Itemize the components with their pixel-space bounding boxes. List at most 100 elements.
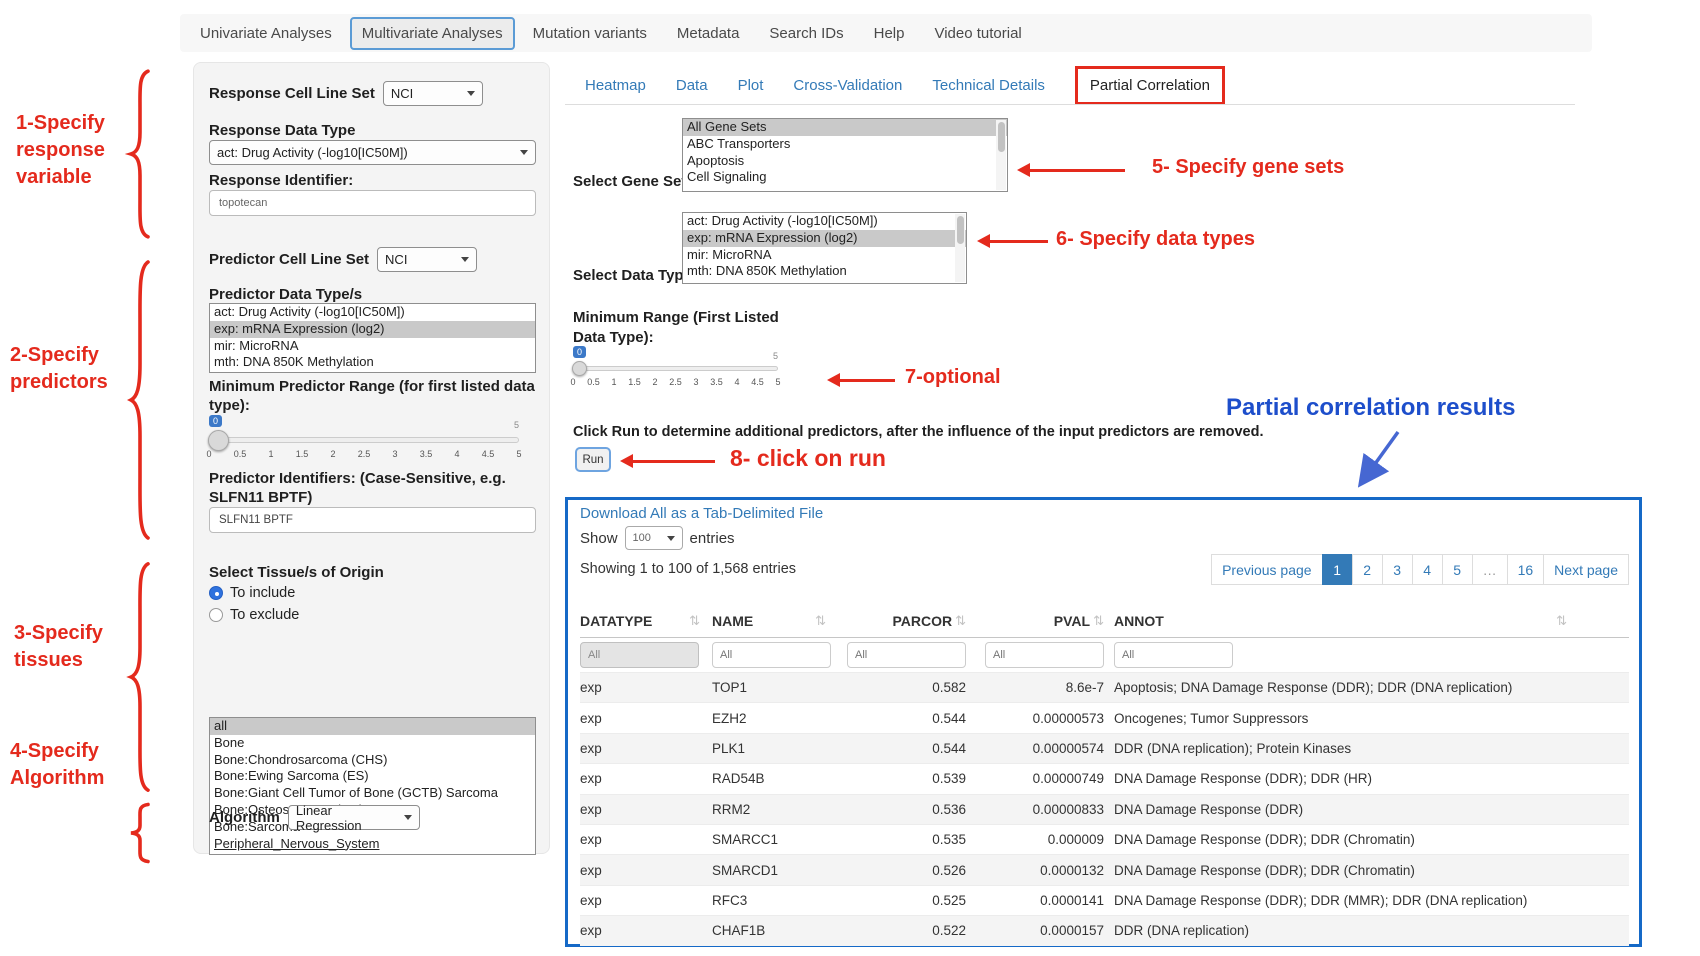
tab-technical-details[interactable]: Technical Details: [932, 77, 1045, 94]
predictor-cell-line-select[interactable]: NCI: [377, 247, 477, 272]
filter-name-input[interactable]: [712, 642, 831, 668]
table-row[interactable]: expSMARCC10.5350.000009DNA Damage Respon…: [580, 824, 1629, 854]
list-item[interactable]: Bone:Chondrosarcoma (CHS): [210, 752, 535, 769]
algorithm-select[interactable]: Linear Regression: [288, 805, 420, 830]
tissue-include-radio[interactable]: [209, 586, 223, 600]
page-button-2[interactable]: 2: [1352, 554, 1383, 585]
sort-icon[interactable]: ⇅: [689, 613, 700, 629]
min-predictor-range-slider[interactable]: 0 5 00.511.522.533.544.55: [209, 415, 519, 465]
showing-entries-text: Showing 1 to 100 of 1,568 entries: [580, 561, 796, 577]
data-types-listbox[interactable]: act: Drug Activity (-log10[IC50M]) exp: …: [682, 212, 967, 284]
nav-tab-video-tutorial[interactable]: Video tutorial: [922, 17, 1033, 50]
brace-tissues-section: [126, 554, 150, 800]
table-row[interactable]: expPLK10.5440.00000574DDR (DNA replicati…: [580, 733, 1629, 763]
filter-datatype-input[interactable]: [580, 642, 699, 668]
min-range-slider[interactable]: 0 5 00.511.522.533.544.55: [573, 346, 778, 394]
filter-annot-input[interactable]: [1114, 642, 1233, 668]
tab-heatmap[interactable]: Heatmap: [585, 77, 646, 94]
brace-predictors-section: [126, 250, 150, 550]
tissue-exclude-radio[interactable]: [209, 608, 223, 622]
page-ellipsis: …: [1472, 554, 1508, 585]
page-button-4[interactable]: 4: [1412, 554, 1443, 585]
annotation-step7: 7-optional: [905, 366, 1001, 389]
page-button-3[interactable]: 3: [1382, 554, 1413, 585]
nav-tab-multivariate-analyses[interactable]: Multivariate Analyses: [350, 17, 515, 50]
table-row[interactable]: expEZH20.5440.00000573Oncogenes; Tumor S…: [580, 702, 1629, 732]
page-button-16[interactable]: 16: [1507, 554, 1545, 585]
slider-handle[interactable]: [572, 361, 587, 376]
list-item[interactable]: Bone:Ewing Sarcoma (ES): [210, 768, 535, 785]
nav-tab-metadata[interactable]: Metadata: [665, 17, 752, 50]
slider-track[interactable]: [573, 366, 778, 371]
tab-data[interactable]: Data: [676, 77, 708, 94]
predictor-data-types-label: Predictor Data Type/s: [209, 285, 362, 304]
tissue-origin-label: Select Tissue/s of Origin: [209, 563, 384, 582]
table-row[interactable]: expTOP10.5828.6e-7Apoptosis; DNA Damage …: [580, 672, 1629, 702]
entries-select[interactable]: 100: [625, 526, 683, 550]
min-range-label: Minimum Range (First ListedData Type):: [573, 308, 779, 348]
page-button-1[interactable]: 1: [1322, 554, 1353, 585]
nav-tab-search-ids[interactable]: Search IDs: [757, 17, 855, 50]
table-row[interactable]: expCHAF1B0.5220.0000157DDR (DNA replicat…: [580, 915, 1629, 945]
tab-cross-validation[interactable]: Cross-Validation: [793, 77, 902, 94]
table-row[interactable]: expSMARCD10.5260.0000132DNA Damage Respo…: [580, 854, 1629, 884]
download-link[interactable]: Download All as a Tab-Delimited File: [580, 505, 823, 522]
filter-parcor-input[interactable]: [847, 642, 966, 668]
annotation-step1: 1-Specifyresponsevariable: [16, 110, 105, 191]
predictor-data-types-listbox[interactable]: act: Drug Activity (-log10[IC50M]) exp: …: [209, 303, 536, 373]
arrow-run: [633, 460, 715, 463]
tissue-listbox[interactable]: all Bone Bone:Chondrosarcoma (CHS) Bone:…: [209, 717, 536, 855]
list-item[interactable]: Bone:Giant Cell Tumor of Bone (GCTB) Sar…: [210, 785, 535, 802]
sort-icon[interactable]: ⇅: [1093, 613, 1104, 629]
column-header-parcor[interactable]: PARCOR⇅: [838, 613, 968, 629]
nav-tab-mutation-variants[interactable]: Mutation variants: [521, 17, 659, 50]
filter-pval-input[interactable]: [985, 642, 1104, 668]
list-item[interactable]: Apoptosis: [683, 153, 1007, 170]
previous-page-button[interactable]: Previous page: [1211, 554, 1323, 585]
list-item[interactable]: mth: DNA 850K Methylation: [210, 354, 535, 371]
column-header-annot[interactable]: ANNOT⇅: [1106, 613, 1629, 629]
list-item[interactable]: act: Drug Activity (-log10[IC50M]): [210, 304, 535, 321]
list-item[interactable]: exp: mRNA Expression (log2): [210, 321, 535, 338]
algorithm-label: Algorithm: [209, 808, 280, 827]
table-header-row: DATATYPE⇅ NAME⇅ PARCOR⇅ PVAL⇅ ANNOT⇅: [580, 604, 1629, 638]
nav-tab-univariate-analyses[interactable]: Univariate Analyses: [188, 17, 344, 50]
list-item[interactable]: mir: MicroRNA: [210, 338, 535, 355]
list-item[interactable]: Peripheral_Nervous_System: [210, 836, 535, 853]
run-button[interactable]: Run: [575, 447, 611, 472]
tab-partial-correlation[interactable]: Partial Correlation: [1075, 66, 1225, 105]
column-header-name[interactable]: NAME⇅: [712, 613, 838, 629]
nav-tab-help[interactable]: Help: [862, 17, 917, 50]
next-page-button[interactable]: Next page: [1543, 554, 1629, 585]
list-item[interactable]: All Gene Sets: [683, 119, 1007, 136]
list-item[interactable]: mir: MicroRNA: [683, 247, 966, 264]
list-item[interactable]: Bone: [210, 735, 535, 752]
table-row[interactable]: expRRM20.5360.00000833DNA Damage Respons…: [580, 794, 1629, 824]
slider-max-label: 5: [773, 351, 778, 361]
list-item[interactable]: mth: DNA 850K Methylation: [683, 263, 966, 280]
sort-icon[interactable]: ⇅: [955, 613, 966, 629]
sort-icon[interactable]: ⇅: [815, 613, 826, 629]
predictor-identifiers-input[interactable]: SLFN11 BPTF: [209, 507, 536, 533]
list-item[interactable]: ABC Transporters: [683, 136, 1007, 153]
table-row[interactable]: expRAD54B0.5390.00000749DNA Damage Respo…: [580, 763, 1629, 793]
response-data-type-select[interactable]: act: Drug Activity (-log10[IC50M]): [209, 140, 536, 165]
slider-track[interactable]: [209, 437, 519, 443]
sort-icon[interactable]: ⇅: [1556, 613, 1567, 629]
list-item[interactable]: act: Drug Activity (-log10[IC50M]): [683, 213, 966, 230]
gene-sets-listbox[interactable]: All Gene Sets ABC Transporters Apoptosis…: [682, 118, 1008, 192]
scrollbar[interactable]: [996, 120, 1006, 190]
scrollbar[interactable]: [955, 214, 965, 282]
response-cell-line-select[interactable]: NCI: [383, 81, 483, 106]
slider-ticks: 00.511.522.533.544.55: [573, 377, 778, 387]
list-item[interactable]: all: [210, 718, 535, 735]
page-button-5[interactable]: 5: [1442, 554, 1473, 585]
column-header-pval[interactable]: PVAL⇅: [968, 613, 1106, 629]
list-item[interactable]: exp: mRNA Expression (log2): [683, 230, 966, 247]
table-row[interactable]: expRFC30.5250.0000141DNA Damage Response…: [580, 885, 1629, 915]
slider-handle[interactable]: [208, 430, 229, 451]
list-item[interactable]: Cell Signaling: [683, 169, 1007, 186]
response-identifier-input[interactable]: topotecan: [209, 190, 536, 216]
tab-plot[interactable]: Plot: [738, 77, 764, 94]
column-header-datatype[interactable]: DATATYPE⇅: [580, 613, 712, 629]
